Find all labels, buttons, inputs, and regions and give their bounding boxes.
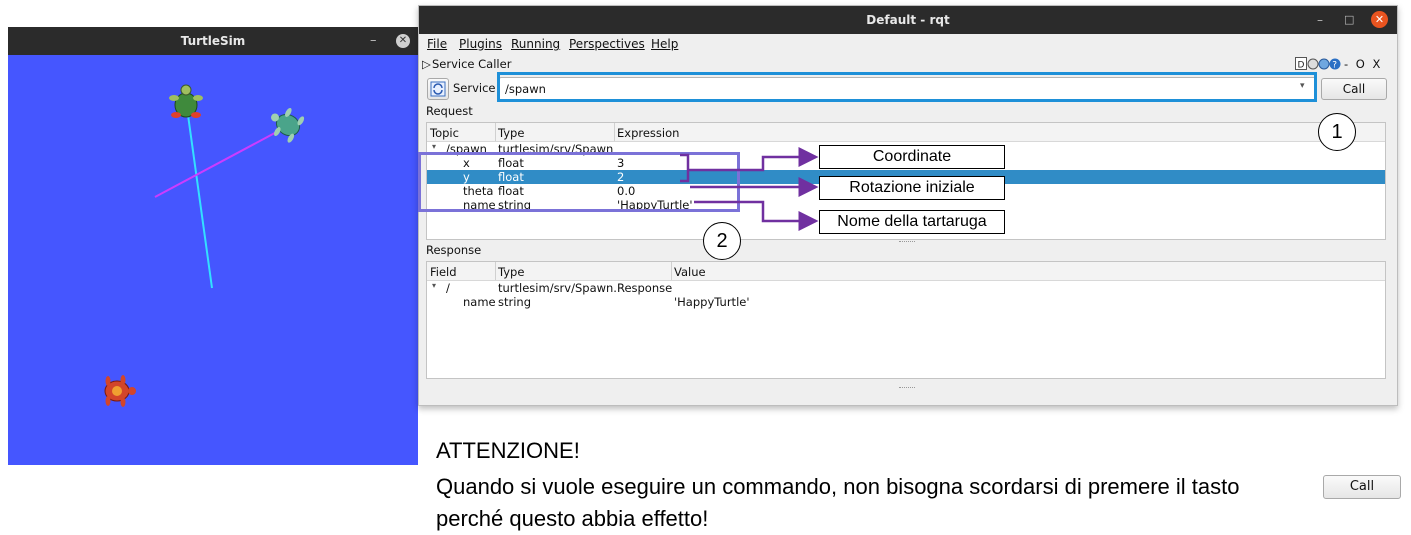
annotation-coordinate: Coordinate	[819, 145, 1005, 169]
marker-2: 2	[703, 222, 741, 260]
bracket-line	[680, 153, 690, 183]
notice-title: ATTENZIONE!	[436, 438, 580, 463]
notice-line-2: perché questo abbia effetto!	[436, 506, 709, 531]
arrow-name	[694, 200, 819, 231]
annotation-arrows	[680, 147, 819, 231]
annotation-rotation: Rotazione iniziale	[819, 176, 1005, 200]
notice-call-button: Call	[1323, 475, 1401, 499]
arrow-coordinate	[688, 147, 819, 172]
marker-1: 1	[1318, 113, 1356, 151]
notice-line-1: Quando si vuole eseguire un commando, no…	[436, 474, 1240, 499]
annotation-turtle-name: Nome della tartaruga	[819, 210, 1005, 234]
